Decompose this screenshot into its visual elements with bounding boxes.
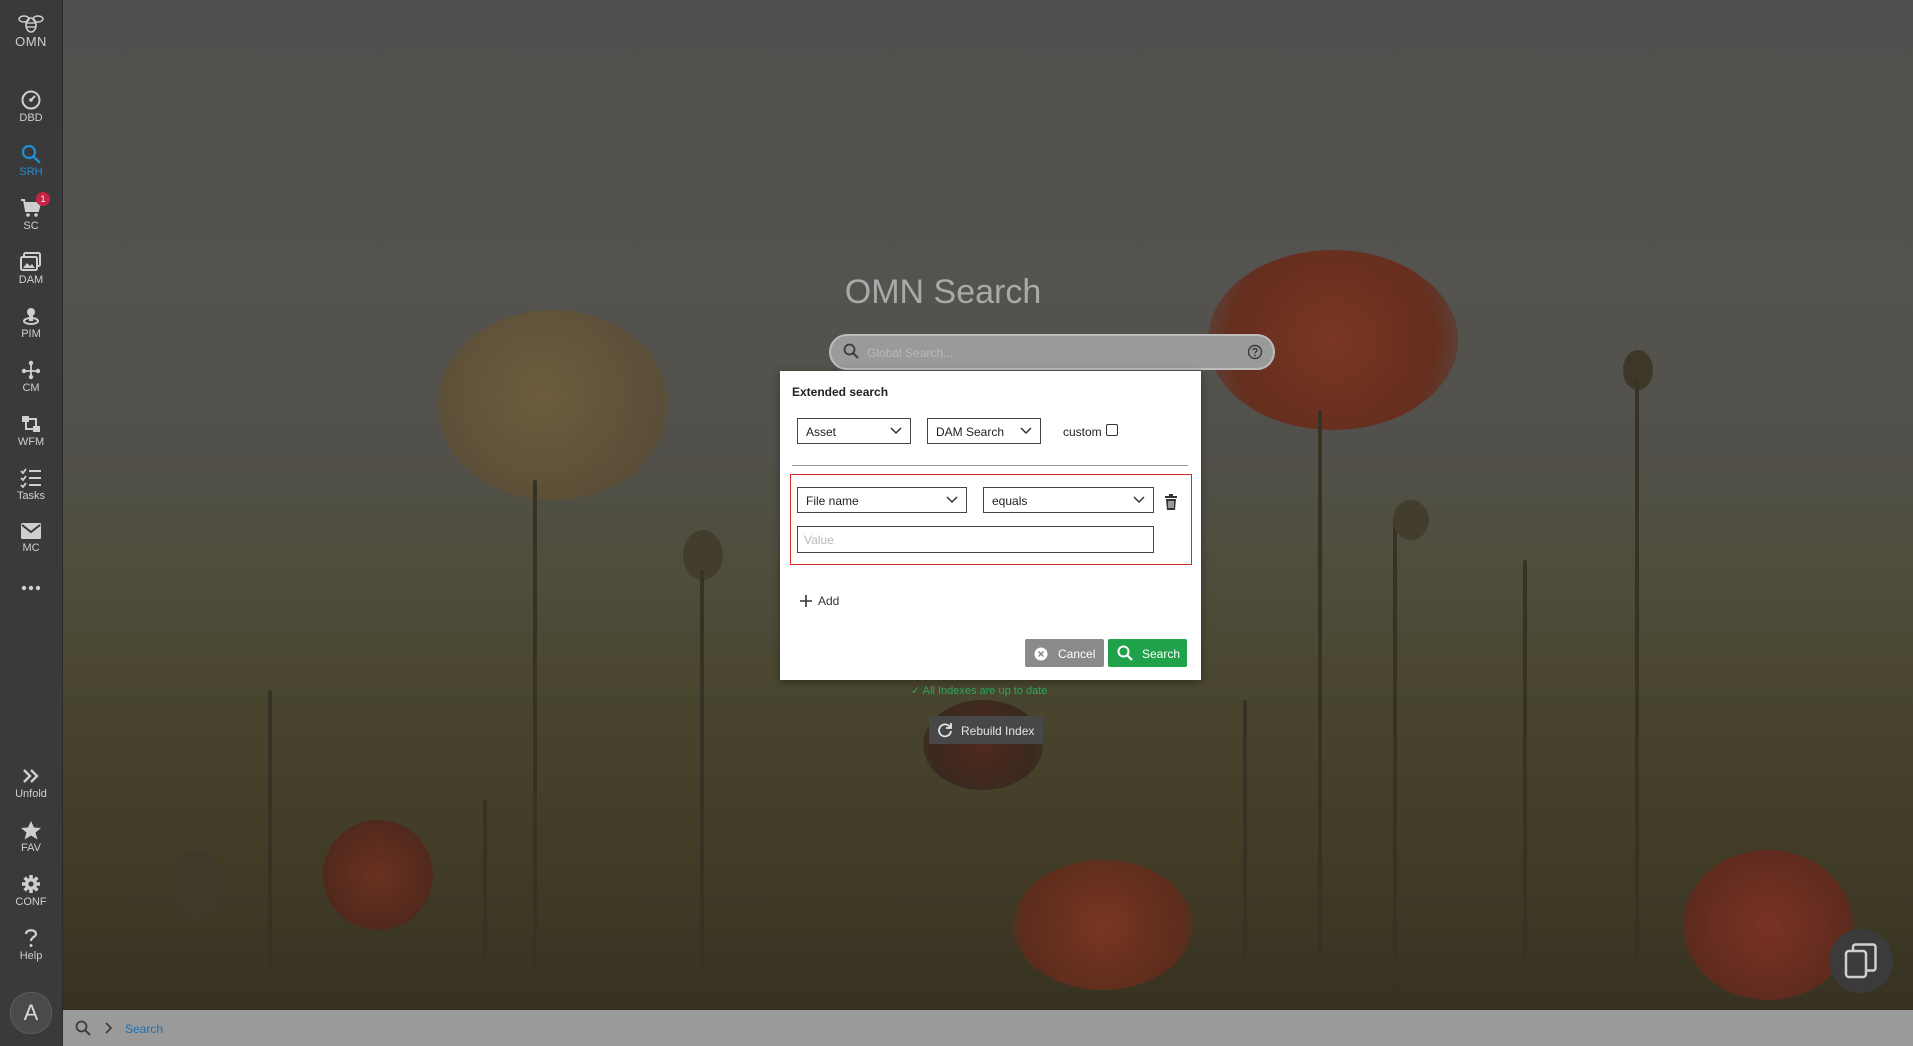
rebuild-label: Rebuild Index	[961, 724, 1035, 738]
divider	[792, 465, 1188, 466]
double-chevron-icon	[23, 769, 39, 783]
question-icon	[24, 929, 38, 947]
search-icon	[1117, 645, 1133, 661]
copy-button[interactable]	[1829, 929, 1893, 993]
sidebar-item-label: DAM	[18, 274, 44, 286]
user-avatar[interactable]: A	[10, 992, 52, 1034]
images-icon	[20, 252, 41, 271]
chevron-down-icon	[946, 496, 958, 504]
sidebar-item-label: CM	[22, 382, 40, 394]
sidebar-item-label: Unfold	[15, 788, 47, 800]
extended-search-dialog: Extended search Asset DAM Search custom …	[780, 371, 1201, 680]
index-status: ✓ All Indexes are up to date	[911, 685, 1048, 697]
help-circle-icon[interactable]	[1247, 344, 1263, 360]
workflow-icon	[22, 416, 40, 432]
dashboard-icon	[21, 90, 41, 110]
sidebar-item-search[interactable]: SRH	[0, 144, 62, 194]
sidebar-item-label: FAV	[21, 842, 41, 854]
sidebar-item-label: CONF	[15, 896, 47, 908]
sidebar-item-label: Help	[19, 950, 43, 962]
close-circle-icon	[1034, 647, 1048, 661]
sidebar-item-label: SRH	[19, 166, 43, 178]
sidebar: OMN DBD SRH 1 SC DAM PIM CM WFM Tasks MC…	[0, 0, 63, 1046]
sidebar-item-fav[interactable]: FAV	[0, 820, 62, 870]
search-config-select[interactable]: DAM Search	[927, 418, 1041, 444]
search-config-value: DAM Search	[936, 425, 1005, 439]
chevron-down-icon	[1020, 427, 1032, 435]
custom-checkbox[interactable]	[1106, 424, 1118, 436]
breadcrumb: Search	[63, 1010, 1913, 1046]
product-icon	[23, 308, 39, 325]
omn-logo[interactable]: OMN	[0, 12, 62, 49]
search-icon	[75, 1020, 91, 1036]
add-criterion-button[interactable]: Add	[800, 594, 839, 608]
sidebar-item-conf[interactable]: CONF	[0, 874, 62, 924]
dialog-header: Extended search	[792, 385, 889, 399]
rebuild-index-button[interactable]: Rebuild Index	[929, 716, 1043, 744]
sidebar-item-unfold[interactable]: Unfold	[0, 766, 62, 816]
operator-select-value: equals	[992, 494, 1028, 508]
field-select[interactable]: File name	[797, 487, 967, 513]
logo-text: OMN	[15, 34, 47, 49]
sidebar-more-button[interactable]	[0, 584, 62, 604]
mail-icon	[21, 523, 41, 539]
tasks-icon	[20, 468, 41, 488]
sidebar-item-label: Tasks	[16, 490, 46, 502]
more-icon	[21, 585, 41, 591]
hierarchy-icon	[21, 360, 41, 380]
star-icon	[21, 821, 41, 840]
sidebar-item-label: DBD	[19, 112, 43, 124]
cancel-label: Cancel	[1058, 647, 1096, 661]
page-title: OMN Search	[844, 273, 1042, 311]
sidebar-item-label: MC	[22, 542, 40, 554]
chevron-down-icon	[1133, 496, 1145, 504]
cart-count-badge: 1	[36, 192, 50, 206]
chevron-down-icon	[890, 427, 902, 435]
main-content: OMN Search Extended search Asset DAM Sea…	[63, 0, 1913, 1010]
type-select[interactable]: Asset	[797, 418, 911, 444]
search-icon	[843, 343, 859, 359]
sidebar-item-label: PIM	[21, 328, 41, 340]
type-select-value: Asset	[806, 425, 837, 439]
sidebar-item-label: WFM	[17, 436, 45, 448]
field-select-value: File name	[806, 494, 859, 508]
global-search-input[interactable]	[865, 343, 1229, 363]
global-search-bar	[829, 334, 1275, 370]
sidebar-item-cm[interactable]: CM	[0, 360, 62, 410]
plus-icon	[800, 595, 812, 607]
sidebar-item-shopping-cart[interactable]: 1 SC	[0, 192, 62, 248]
chevron-right-icon	[105, 1022, 113, 1034]
trash-icon[interactable]	[1164, 494, 1178, 510]
search-label: Search	[1142, 647, 1181, 661]
custom-label: custom	[1063, 425, 1102, 439]
sidebar-item-pim[interactable]: PIM	[0, 306, 62, 356]
copy-icon	[1844, 943, 1877, 979]
bee-logo-icon	[18, 15, 44, 33]
add-label: Add	[818, 594, 840, 608]
search-icon	[21, 144, 41, 164]
refresh-icon	[938, 723, 952, 738]
sidebar-item-dashboard[interactable]: DBD	[0, 90, 62, 140]
sidebar-item-wfm[interactable]: WFM	[0, 414, 62, 464]
sidebar-item-mc[interactable]: MC	[0, 522, 62, 572]
value-input[interactable]	[797, 526, 1154, 553]
sidebar-item-tasks[interactable]: Tasks	[0, 468, 62, 518]
gear-icon	[22, 875, 40, 893]
sidebar-item-dam[interactable]: DAM	[0, 252, 62, 302]
breadcrumb-current[interactable]: Search	[125, 1022, 163, 1036]
search-button[interactable]: Search	[1108, 639, 1187, 667]
sidebar-item-help[interactable]: Help	[0, 928, 62, 978]
sidebar-item-label: SC	[23, 220, 39, 232]
cancel-button[interactable]: Cancel	[1025, 639, 1104, 667]
operator-select[interactable]: equals	[983, 487, 1154, 513]
